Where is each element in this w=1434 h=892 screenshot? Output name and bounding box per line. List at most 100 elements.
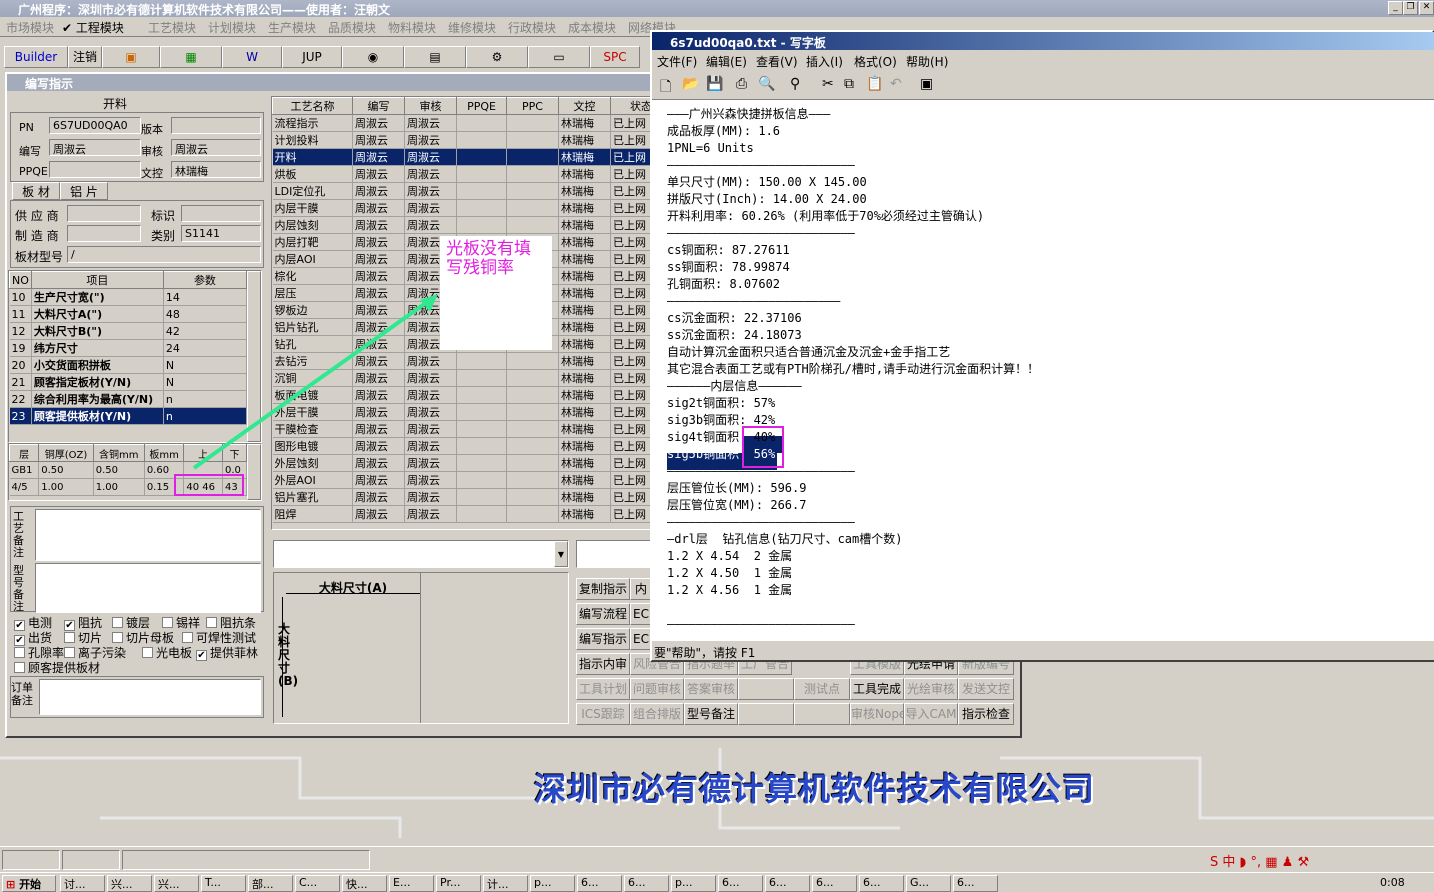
process-cell[interactable]: 林瑞梅	[558, 335, 611, 353]
process-cell[interactable]: 林瑞梅	[558, 403, 611, 421]
process-cell[interactable]: 林瑞梅	[558, 420, 611, 438]
menu-maintenance[interactable]: 维修模块	[448, 19, 496, 36]
wp-menu-edit[interactable]: 编辑(E)	[706, 53, 747, 70]
process-cell[interactable]: 林瑞梅	[558, 199, 611, 217]
param-cell[interactable]: 生产尺寸宽(")	[31, 288, 164, 306]
import-cam-button[interactable]: 导入CAM	[904, 703, 958, 725]
param-cell[interactable]: 大料尺寸A(")	[31, 305, 164, 323]
instruction-check-button[interactable]: 指示检查	[958, 703, 1014, 725]
version-field[interactable]	[171, 117, 261, 134]
supplier-field[interactable]	[67, 205, 141, 222]
checkbox-icon[interactable]	[206, 617, 217, 628]
paste-icon[interactable]: 📋	[866, 76, 883, 92]
checkbox-icon[interactable]	[162, 617, 173, 628]
process-cell[interactable]: 周淑云	[404, 148, 457, 166]
process-cell[interactable]: 周淑云	[352, 233, 405, 251]
class-field[interactable]: S1141	[181, 225, 261, 242]
process-cell[interactable]: 已上网	[610, 488, 650, 506]
process-cell[interactable]: 林瑞梅	[558, 114, 611, 132]
layer-cell[interactable]: 0.50	[38, 461, 94, 479]
model-note-button[interactable]: 型号备注	[684, 703, 738, 725]
craft-remark-field[interactable]	[35, 509, 261, 561]
taskbar-button[interactable]: T...	[201, 875, 246, 892]
process-cell[interactable]: 已上网	[610, 199, 650, 217]
process-cell[interactable]: 已上网	[610, 148, 650, 166]
copy-icon[interactable]: ⧉	[844, 76, 854, 92]
menu-market[interactable]: 市场模块	[6, 19, 54, 36]
process-cell[interactable]: 周淑云	[352, 165, 405, 183]
process-cell[interactable]: 林瑞梅	[558, 131, 611, 149]
wenkong-field[interactable]: 林瑞梅	[171, 161, 261, 178]
process-cell[interactable]: 林瑞梅	[558, 301, 611, 319]
taskbar-button[interactable]: G...	[906, 875, 951, 892]
process-row[interactable]: 流程指示 周淑云 周淑云 林瑞梅 已上网	[272, 114, 650, 132]
process-cell[interactable]: 流程指示	[272, 114, 353, 132]
writer-field[interactable]: 周淑云	[49, 139, 141, 156]
taskbar-button[interactable]: 部...	[248, 875, 293, 892]
ime-toolbar[interactable]: S 中 ◗ °, ▦ ♟ ⚒	[1210, 851, 1356, 870]
process-cell[interactable]	[456, 165, 507, 183]
process-cell[interactable]: 已上网	[610, 369, 650, 387]
process-cell[interactable]	[506, 182, 559, 200]
process-cell[interactable]: 林瑞梅	[558, 505, 611, 523]
database-icon[interactable]: ▤	[404, 46, 466, 68]
test-point-button[interactable]: 测试点	[794, 678, 850, 700]
checkbox-icon[interactable]	[64, 647, 75, 658]
new-file-icon[interactable]: 🗋	[660, 76, 671, 100]
process-cell[interactable]	[456, 505, 507, 523]
process-cell[interactable]: 已上网	[610, 216, 650, 234]
process-cell[interactable]: 林瑞梅	[558, 182, 611, 200]
process-cell[interactable]	[506, 403, 559, 421]
print-preview-icon[interactable]: 🔍	[758, 76, 775, 92]
instruction-review-button[interactable]: 指示内审	[576, 653, 630, 675]
process-cell[interactable]: 周淑云	[352, 182, 405, 200]
wp-menu-format[interactable]: 格式(O)	[854, 53, 897, 70]
wp-menu-help[interactable]: 帮助(H)	[906, 53, 948, 70]
process-cell[interactable]: 已上网	[610, 386, 650, 404]
process-cell[interactable]	[456, 488, 507, 506]
ec-button-1[interactable]: EC	[630, 603, 652, 625]
param-cell[interactable]: 大料尺寸B(")	[31, 322, 164, 340]
process-cell[interactable]: 周淑云	[352, 114, 405, 132]
process-row[interactable]: 计划投料 周淑云 周淑云 林瑞梅 已上网	[272, 131, 650, 149]
start-button[interactable]: ⊞ 开始	[2, 875, 56, 892]
menu-plan[interactable]: 计划模块	[208, 19, 256, 36]
param-cell[interactable]: 顾客指定板材(Y/N)	[31, 373, 164, 391]
process-row[interactable]: 烘板 周淑云 周淑云 林瑞梅 已上网	[272, 165, 650, 183]
blank-button-3[interactable]	[794, 703, 850, 725]
process-cell[interactable]: 林瑞梅	[558, 386, 611, 404]
minimize-icon[interactable]: _	[1388, 1, 1403, 15]
answer-review-button[interactable]: 答案审核	[684, 678, 738, 700]
write-instruction-button[interactable]: 编写指示	[576, 628, 630, 650]
param-cell[interactable]: 19	[9, 339, 32, 357]
process-cell[interactable]	[506, 352, 559, 370]
process-row[interactable]: 阻焊 周淑云 周淑云 林瑞梅 已上网	[272, 505, 650, 523]
process-cell[interactable]: 计划投料	[272, 131, 353, 149]
taskbar-button[interactable]: 6...	[859, 875, 904, 892]
process-cell[interactable]: 周淑云	[404, 165, 457, 183]
maker-field[interactable]	[67, 225, 141, 242]
process-cell[interactable]: LDI定位孔	[272, 182, 353, 200]
process-cell[interactable]: 已上网	[610, 165, 650, 183]
process-cell[interactable]: 林瑞梅	[558, 233, 611, 251]
excel-icon[interactable]: ▦	[160, 46, 222, 68]
checkbox-item[interactable]: 顾客提供板材	[14, 659, 100, 676]
taskbar-button[interactable]: E...	[389, 875, 434, 892]
process-cell[interactable]: 林瑞梅	[558, 454, 611, 472]
process-cell[interactable]: 林瑞梅	[558, 488, 611, 506]
cut-icon[interactable]: ✂	[822, 76, 834, 92]
network-icon[interactable]: ⚙	[466, 46, 528, 68]
wp-menu-insert[interactable]: 插入(I)	[806, 53, 843, 70]
process-cell[interactable]: 周淑云	[404, 131, 457, 149]
process-cell[interactable]	[506, 148, 559, 166]
tab-aluminum[interactable]: 铝 片	[60, 182, 108, 200]
process-cell[interactable]: 阻焊	[272, 505, 353, 523]
open-folder-icon[interactable]: 📂	[682, 76, 699, 92]
eye-icon[interactable]: ◉	[342, 46, 404, 68]
wp-menu-view[interactable]: 查看(V)	[756, 53, 798, 70]
mark-field[interactable]	[181, 205, 261, 222]
param-cell[interactable]: 纬方尺寸	[31, 339, 164, 357]
layer-cell[interactable]: 1.00	[38, 478, 94, 496]
checkbox-icon[interactable]	[64, 632, 75, 643]
process-cell[interactable]: 内层AOI	[272, 250, 353, 268]
